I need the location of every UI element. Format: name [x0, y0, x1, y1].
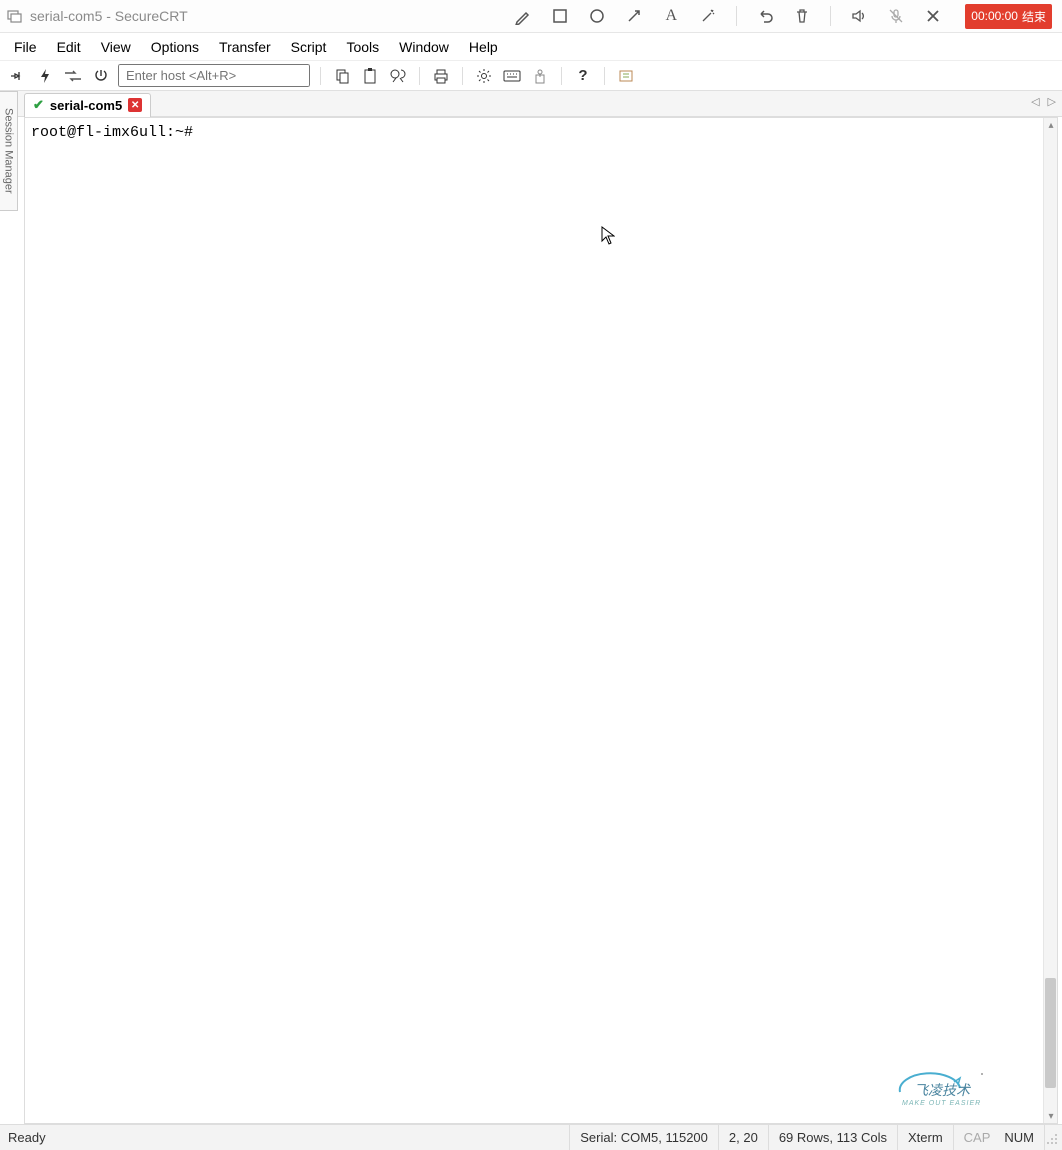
tab-scroll-right-icon[interactable]: ▷	[1048, 95, 1056, 108]
wand-icon[interactable]	[697, 5, 719, 27]
tab-strip: ✔ serial-com5 ✕ ◁ ▷	[0, 91, 1062, 117]
menu-transfer[interactable]: Transfer	[209, 35, 281, 59]
speaker-icon[interactable]	[848, 5, 870, 27]
tab-scroll-left-icon[interactable]: ◁	[1031, 95, 1039, 108]
window-title: serial-com5 - SecureCRT	[30, 8, 188, 24]
status-ready: Ready	[0, 1130, 46, 1145]
reconnect-icon[interactable]	[62, 65, 84, 87]
status-bar: Ready Serial: COM5, 115200 2, 20 69 Rows…	[0, 1124, 1062, 1150]
scrollbar-thumb[interactable]	[1045, 978, 1056, 1088]
arrow-icon[interactable]	[623, 5, 645, 27]
terminal-pane: root@fl-imx6ull:~# ▴ ▾	[24, 117, 1058, 1124]
session-manager-toggle[interactable]: Session Manager	[0, 91, 18, 211]
find-icon[interactable]	[387, 65, 409, 87]
tab-close-icon[interactable]: ✕	[128, 98, 142, 112]
status-cap: CAP	[953, 1125, 1001, 1150]
menu-view[interactable]: View	[91, 35, 141, 59]
print-icon[interactable]	[430, 65, 452, 87]
pencil-icon[interactable]	[512, 5, 534, 27]
trash-icon[interactable]	[791, 5, 813, 27]
tab-serial-com5[interactable]: ✔ serial-com5 ✕	[24, 93, 151, 117]
connect-icon[interactable]	[6, 65, 28, 87]
menu-file[interactable]: File	[6, 35, 47, 59]
app-icon	[6, 7, 24, 25]
resize-grip-icon[interactable]	[1044, 1125, 1062, 1150]
menu-edit[interactable]: Edit	[47, 35, 91, 59]
scroll-up-icon[interactable]: ▴	[1044, 118, 1058, 132]
settings-icon[interactable]	[473, 65, 495, 87]
circle-icon[interactable]	[586, 5, 608, 27]
status-cursor-pos: 2, 20	[718, 1125, 768, 1150]
undo-icon[interactable]	[754, 5, 776, 27]
mic-mute-icon[interactable]	[885, 5, 907, 27]
record-timer: 00:00:00	[971, 9, 1018, 23]
disconnect-icon[interactable]	[90, 65, 112, 87]
copy-icon[interactable]	[331, 65, 353, 87]
menu-script[interactable]: Script	[281, 35, 337, 59]
text-icon[interactable]: A	[660, 5, 682, 27]
menu-options[interactable]: Options	[141, 35, 209, 59]
record-stop-button[interactable]: 00:00:00 结束	[965, 4, 1052, 29]
status-num: NUM	[1000, 1125, 1044, 1150]
tab-label: serial-com5	[50, 98, 122, 113]
menu-help[interactable]: Help	[459, 35, 508, 59]
toolbar: ?	[0, 61, 1062, 91]
terminal[interactable]: root@fl-imx6ull:~#	[25, 118, 1043, 1123]
menu-tools[interactable]: Tools	[336, 35, 389, 59]
connected-check-icon: ✔	[33, 97, 44, 113]
scroll-down-icon[interactable]: ▾	[1044, 1109, 1058, 1123]
paste-icon[interactable]	[359, 65, 381, 87]
lang-icon[interactable]	[615, 65, 637, 87]
recording-overlay-toolbar: A 00:00:00 结束	[506, 4, 1058, 29]
keyboard-icon[interactable]	[501, 65, 523, 87]
menubar: File Edit View Options Transfer Script T…	[0, 33, 1062, 61]
terminal-prompt: root@fl-imx6ull:~#	[31, 124, 193, 141]
host-input[interactable]	[118, 64, 310, 87]
status-size: 69 Rows, 113 Cols	[768, 1125, 897, 1150]
keymap-icon[interactable]	[529, 65, 551, 87]
menu-window[interactable]: Window	[389, 35, 459, 59]
square-icon[interactable]	[549, 5, 571, 27]
help-icon[interactable]: ?	[572, 65, 594, 87]
status-connection: Serial: COM5, 115200	[569, 1125, 718, 1150]
quick-connect-icon[interactable]	[34, 65, 56, 87]
status-term-type: Xterm	[897, 1125, 953, 1150]
close-icon[interactable]	[922, 5, 944, 27]
vertical-scrollbar[interactable]: ▴ ▾	[1043, 118, 1057, 1123]
record-stop-label: 结束	[1022, 8, 1046, 25]
